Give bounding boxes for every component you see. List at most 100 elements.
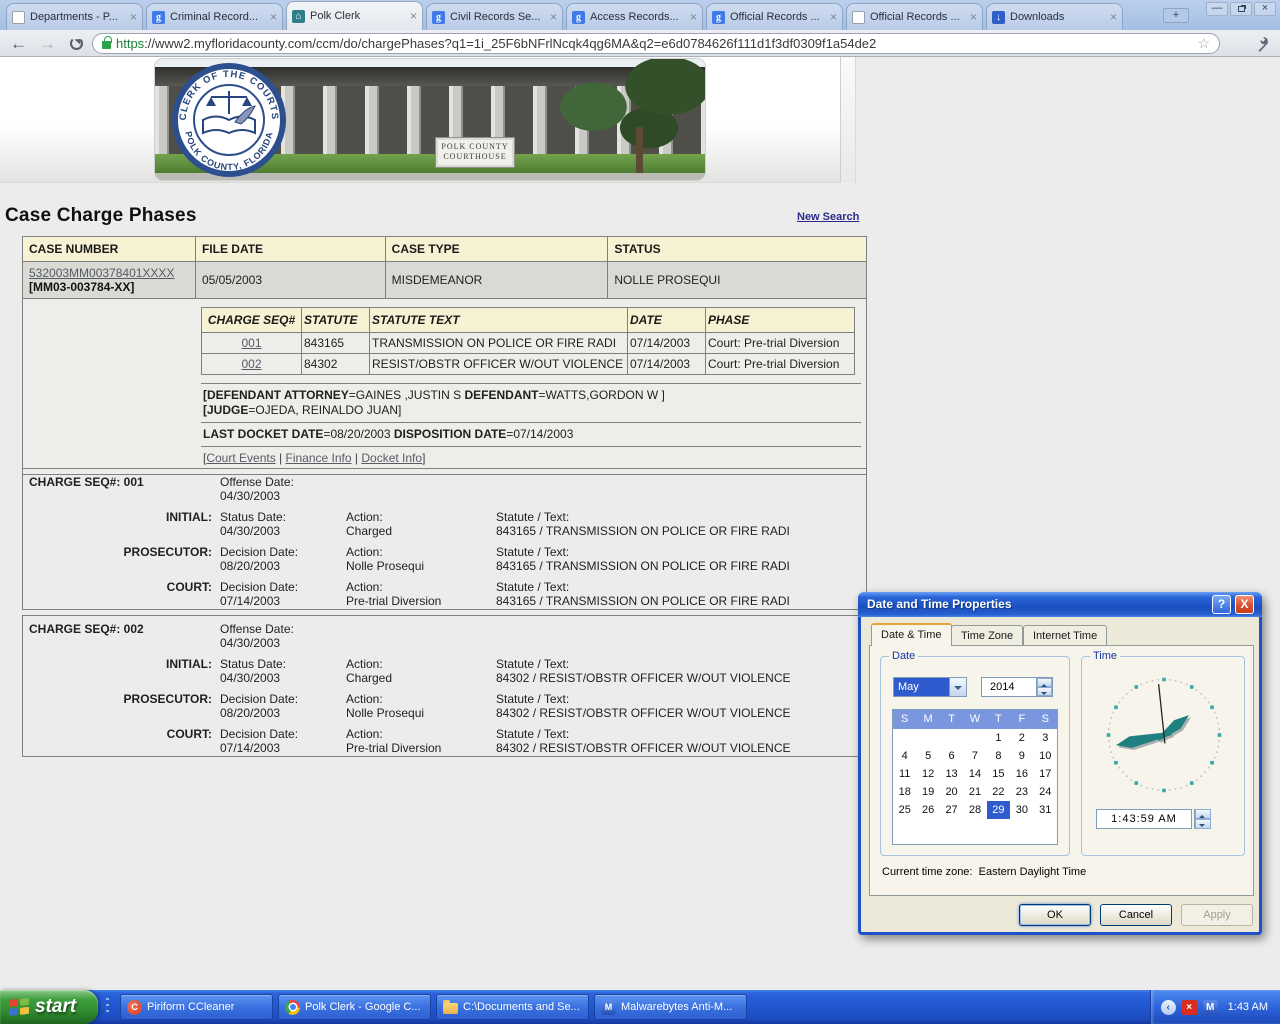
- charge-seq-link[interactable]: 001: [241, 336, 261, 350]
- calendar-day-29[interactable]: 29: [987, 801, 1010, 819]
- calendar-day-26[interactable]: 26: [916, 801, 939, 819]
- dialog-help-button[interactable]: ?: [1212, 595, 1231, 614]
- restore-button[interactable]: [1230, 2, 1252, 16]
- reload-icon[interactable]: [70, 37, 83, 50]
- browser-tab-5[interactable]: gOfficial Records ...×: [706, 3, 843, 30]
- calendar-day-21[interactable]: 21: [963, 783, 986, 801]
- browser-tab-0[interactable]: Departments - P...×: [6, 3, 143, 30]
- date-time-tab-panel: Date May 2014 SMTWTFS 123456789101112131…: [869, 645, 1254, 896]
- phase-cell-value: Pre-trial Diversion: [346, 594, 488, 608]
- browser-tab-3[interactable]: gCivil Records Se...×: [426, 3, 563, 30]
- info-value: =OJEDA, REINALDO JUAN]: [248, 403, 401, 417]
- browser-tab-4[interactable]: gAccess Records...×: [566, 3, 703, 30]
- calendar-day-27[interactable]: 27: [940, 801, 963, 819]
- browser-tab-2[interactable]: ⌂Polk Clerk×: [286, 1, 423, 30]
- case-link-court-events[interactable]: Court Events: [206, 451, 275, 465]
- calendar-day-8[interactable]: 8: [987, 747, 1010, 765]
- calendar-day-11[interactable]: 11: [893, 765, 916, 783]
- calendar-day-25[interactable]: 25: [893, 801, 916, 819]
- phase-cell-label: Action:: [346, 657, 488, 671]
- calendar-day-24[interactable]: 24: [1034, 783, 1057, 801]
- tab-close-icon[interactable]: ×: [270, 11, 277, 23]
- calendar-day-20[interactable]: 20: [940, 783, 963, 801]
- case-link-finance-info[interactable]: Finance Info: [286, 451, 352, 465]
- calendar-day-1[interactable]: 1: [987, 729, 1010, 747]
- forward-icon[interactable]: →: [39, 35, 56, 52]
- year-spinner[interactable]: 2014: [981, 677, 1053, 697]
- back-icon[interactable]: ←: [10, 35, 27, 52]
- browser-tab-7[interactable]: ↓Downloads×: [986, 3, 1123, 30]
- charge-seq-title: CHARGE SEQ#: 001: [29, 475, 212, 503]
- new-tab-button[interactable]: +: [1163, 8, 1189, 23]
- calendar-day-4[interactable]: 4: [893, 747, 916, 765]
- calendar-day-18[interactable]: 18: [893, 783, 916, 801]
- tab-close-icon[interactable]: ×: [970, 11, 977, 23]
- charge-seq-link[interactable]: 002: [241, 357, 261, 371]
- spin-up-icon[interactable]: [1037, 678, 1052, 687]
- date-group-label: Date: [889, 650, 918, 662]
- taskbar-button-0[interactable]: CPiriform CCleaner: [120, 994, 273, 1020]
- calendar-day-3[interactable]: 3: [1034, 729, 1057, 747]
- malwarebytes-tray-icon[interactable]: M: [1203, 1000, 1218, 1015]
- tab-close-icon[interactable]: ×: [1110, 11, 1117, 23]
- phase-cell: Status Date:04/30/2003: [220, 657, 338, 685]
- docket-dates-row: LAST DOCKET DATE=08/20/2003 DISPOSITION …: [201, 422, 861, 446]
- calendar-day-30[interactable]: 30: [1010, 801, 1033, 819]
- case-number-link[interactable]: 532003MM00378401XXXX: [29, 266, 174, 280]
- tab-time-zone[interactable]: Time Zone: [951, 625, 1023, 646]
- tab-close-icon[interactable]: ×: [690, 11, 697, 23]
- spin-down-icon[interactable]: [1195, 819, 1211, 829]
- case-link-docket-info[interactable]: Docket Info: [361, 451, 422, 465]
- browser-tab-6[interactable]: Official Records ...×: [846, 3, 983, 30]
- security-alert-icon[interactable]: ×: [1182, 1000, 1197, 1015]
- phase-role-label: COURT:: [29, 580, 212, 608]
- minimize-button[interactable]: —: [1206, 2, 1228, 16]
- browser-tab-1[interactable]: gCriminal Record...×: [146, 3, 283, 30]
- spin-down-icon[interactable]: [1037, 687, 1052, 696]
- calendar-day-15[interactable]: 15: [987, 765, 1010, 783]
- cancel-button[interactable]: Cancel: [1100, 904, 1172, 926]
- calendar-day-6[interactable]: 6: [940, 747, 963, 765]
- tab-close-icon[interactable]: ×: [130, 11, 137, 23]
- dialog-close-button[interactable]: X: [1235, 595, 1254, 614]
- calendar-day-7[interactable]: 7: [963, 747, 986, 765]
- calendar-day-17[interactable]: 17: [1034, 765, 1057, 783]
- tab-close-icon[interactable]: ×: [410, 10, 417, 22]
- taskbar-button-2[interactable]: C:\Documents and Se...: [436, 994, 589, 1020]
- tab-date-time[interactable]: Date & Time: [871, 623, 952, 646]
- taskbar-button-3[interactable]: MMalwarebytes Anti-M...: [594, 994, 747, 1020]
- calendar-day-13[interactable]: 13: [940, 765, 963, 783]
- tab-internet-time[interactable]: Internet Time: [1023, 625, 1107, 646]
- calendar-day-16[interactable]: 16: [1010, 765, 1033, 783]
- info-label: [JUDGE: [203, 403, 248, 417]
- month-dropdown[interactable]: May: [893, 677, 967, 697]
- spin-up-icon[interactable]: [1195, 809, 1211, 819]
- calendar-day-19[interactable]: 19: [916, 783, 939, 801]
- calendar-day-31[interactable]: 31: [1034, 801, 1057, 819]
- calendar-day-23[interactable]: 23: [1010, 783, 1033, 801]
- phase-cell-label: Decision Date:: [220, 692, 338, 706]
- charges-detail-row: CHARGE SEQ# STATUTE STATUTE TEXT DATE PH…: [23, 299, 867, 475]
- calendar-day-5[interactable]: 5: [916, 747, 939, 765]
- calendar-day-28[interactable]: 28: [963, 801, 986, 819]
- time-input[interactable]: 1:43:59 AM: [1096, 809, 1192, 829]
- bookmark-star-icon[interactable]: ☆: [1197, 35, 1210, 52]
- chevron-down-icon[interactable]: [949, 678, 966, 696]
- tab-close-icon[interactable]: ×: [550, 11, 557, 23]
- calendar-day-10[interactable]: 10: [1034, 747, 1057, 765]
- calendar-day-22[interactable]: 22: [987, 783, 1010, 801]
- new-search-link[interactable]: New Search: [797, 211, 859, 223]
- calendar-day-14[interactable]: 14: [963, 765, 986, 783]
- wrench-menu-icon[interactable]: [1254, 36, 1270, 52]
- tray-collapse-icon[interactable]: ‹: [1161, 1000, 1176, 1015]
- calendar-day-12[interactable]: 12: [916, 765, 939, 783]
- close-button[interactable]: ×: [1254, 2, 1276, 16]
- dialog-title-bar[interactable]: Date and Time Properties: [858, 592, 1262, 617]
- calendar-day-2[interactable]: 2: [1010, 729, 1033, 747]
- calendar-day-9[interactable]: 9: [1010, 747, 1033, 765]
- address-bar[interactable]: https ://www2.myfloridacounty.com/ccm/do…: [92, 33, 1220, 54]
- tab-close-icon[interactable]: ×: [830, 11, 837, 23]
- start-button[interactable]: start: [0, 990, 98, 1024]
- ok-button[interactable]: OK: [1019, 904, 1091, 926]
- taskbar-button-1[interactable]: Polk Clerk - Google C...: [278, 994, 431, 1020]
